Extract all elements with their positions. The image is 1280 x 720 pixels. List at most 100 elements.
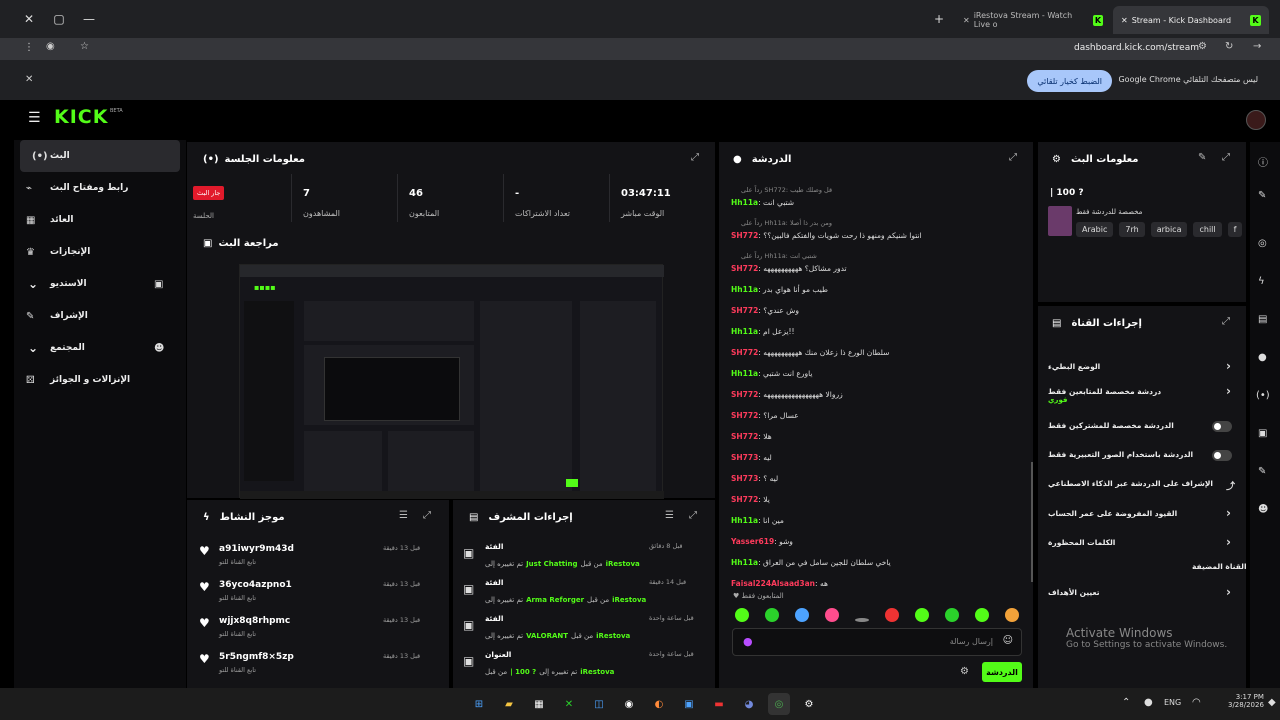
start-icon[interactable]: ⊞: [468, 693, 490, 715]
filter-icon[interactable]: ☰: [399, 510, 408, 521]
emoji-icon[interactable]: ☺: [1003, 635, 1013, 646]
emote-icon[interactable]: [735, 608, 749, 622]
firefox-icon[interactable]: ◐: [648, 693, 670, 715]
chat-input[interactable]: ● إرسال رسالة ☺: [732, 628, 1022, 656]
gift-icon[interactable]: ▣: [1258, 428, 1267, 439]
wrench-icon[interactable]: ✎: [1258, 466, 1266, 477]
chat-message[interactable]: SH773: ليه ؟: [731, 474, 778, 483]
users-icon[interactable]: ☻: [1258, 504, 1268, 515]
chat-username[interactable]: SH772: [731, 264, 758, 273]
star-bookmark-icon[interactable]: ☆: [80, 41, 89, 52]
emote-icon[interactable]: [975, 608, 989, 622]
chat-message[interactable]: Hh11a: طيب مو أنا هواي بدر: [731, 285, 828, 294]
toggle-switch[interactable]: [1212, 450, 1232, 461]
sidebar-item-revenue[interactable]: ▦ العائد: [14, 204, 186, 236]
microphone-icon[interactable]: ●: [743, 635, 753, 648]
camera-icon[interactable]: ◎: [1258, 238, 1267, 249]
reload-icon[interactable]: ↻: [1225, 41, 1233, 52]
xbox-icon[interactable]: ✕: [558, 693, 580, 715]
stream-tag[interactable]: 7rh: [1119, 222, 1145, 237]
chat-username[interactable]: Hh11a: [731, 516, 758, 525]
emote-icon[interactable]: [915, 608, 929, 622]
chevron-down-icon[interactable]: ⌄: [28, 277, 38, 291]
channel-setting-row[interactable]: الدردشة باستخدام الصور التعبيرية فقط: [1046, 450, 1240, 461]
chat-username[interactable]: SH772: [731, 495, 758, 504]
chat-username[interactable]: Yasser619: [731, 537, 774, 546]
emote-icon[interactable]: [945, 608, 959, 622]
microphone-icon[interactable]: ●: [1144, 697, 1153, 708]
channel-setting-row[interactable]: الوضع البطيء ›: [1046, 359, 1240, 373]
chevron-up-icon[interactable]: ⌃: [1122, 697, 1130, 708]
activity-username[interactable]: 36yco4azpno1: [219, 580, 292, 590]
expand-icon[interactable]: ⤢: [1222, 152, 1230, 163]
news-icon[interactable]: ▬: [708, 693, 730, 715]
forward-icon[interactable]: →: [1253, 41, 1261, 52]
chat-settings-icon[interactable]: ⚙: [960, 666, 969, 677]
channel-setting-row[interactable]: تعيين الأهداف ›: [1046, 585, 1240, 599]
hamburger-menu-icon[interactable]: ☰: [28, 110, 41, 126]
chat-message[interactable]: SH772: وش عندي؟: [731, 306, 799, 315]
wifi-icon[interactable]: ◠: [1192, 697, 1201, 708]
address-bar[interactable]: dashboard.kick.com/stream: [1074, 43, 1199, 53]
kick-logo[interactable]: KICK: [54, 106, 108, 128]
clock[interactable]: 3:17 PM 3/28/2026: [1228, 693, 1264, 709]
chevron-right-icon[interactable]: ›: [1226, 585, 1231, 599]
chat-message[interactable]: Faisal224Alsaad3an: هه: [731, 579, 828, 588]
chat-username[interactable]: SH772: [731, 432, 758, 441]
chat-message[interactable]: Hh11a: ياورع انت شتبي: [731, 369, 813, 378]
expand-icon[interactable]: ⤢: [689, 510, 697, 521]
chat-username[interactable]: SH772: [731, 306, 758, 315]
avatar[interactable]: [1246, 110, 1266, 130]
site-settings-icon[interactable]: ⚙: [1198, 41, 1207, 52]
new-tab-icon[interactable]: +: [934, 12, 944, 26]
chat-message[interactable]: SH773: ليه: [731, 453, 772, 462]
profile-icon[interactable]: ◉: [46, 41, 55, 52]
chat-message[interactable]: SH772: سلطان الورع ذا زعلان منك هههههههه…: [731, 348, 889, 357]
chat-username[interactable]: Faisal224Alsaad3an: [731, 579, 815, 588]
chat-message[interactable]: رداً على SH772: قل وصلك طيب Hh11a: شتبي ا…: [731, 186, 832, 207]
chat-username[interactable]: SH772: [731, 411, 758, 420]
external-link-icon[interactable]: ⤴: [1226, 479, 1235, 492]
chat-message[interactable]: SH772: زروالا ههههههههههههههههه: [731, 390, 843, 399]
send-chat-button[interactable]: الدردشة: [982, 662, 1022, 682]
chat-scrollbar[interactable]: [1031, 462, 1033, 582]
chat-message[interactable]: SH772: يلا: [731, 495, 770, 504]
language-indicator[interactable]: ENG: [1164, 698, 1181, 707]
chevron-right-icon[interactable]: ›: [1226, 359, 1231, 373]
file-explorer-icon[interactable]: ▰: [498, 693, 520, 715]
tab-kick-dashboard[interactable]: ✕ Stream - Kick Dashboard K: [1113, 6, 1269, 34]
tab-irestova[interactable]: ✕ iRestova Stream - Watch Live o K: [955, 6, 1111, 34]
emote-icon[interactable]: [765, 608, 779, 622]
stream-video-player[interactable]: ▪▪▪▪: [239, 264, 664, 499]
chat-message[interactable]: Hh11a: ياخي سلطان للجين سامل في من العرا…: [731, 558, 891, 567]
expand-icon[interactable]: ⤢: [691, 152, 699, 163]
broadcast-icon[interactable]: (•): [1256, 390, 1270, 401]
chat-username[interactable]: Hh11a: [731, 285, 758, 294]
close-window-icon[interactable]: ✕: [14, 0, 44, 38]
chat-username[interactable]: SH773: [731, 474, 758, 483]
chrome-icon[interactable]: ◎: [768, 693, 790, 715]
chat-username[interactable]: SH772: [731, 390, 758, 399]
close-tab-icon[interactable]: ✕: [1121, 16, 1128, 25]
settings-icon[interactable]: ⚙: [798, 693, 820, 715]
emote-icon[interactable]: [795, 608, 809, 622]
store-icon[interactable]: ▦: [528, 693, 550, 715]
chat-username[interactable]: Hh11a: [731, 198, 758, 207]
maximize-window-icon[interactable]: ▢: [44, 0, 74, 38]
chat-message[interactable]: Yasser619: وشو: [731, 537, 793, 546]
chat-username[interactable]: SH772: [731, 231, 758, 240]
activity-username[interactable]: wjjx8q8rhpmc: [219, 616, 290, 626]
set-default-button[interactable]: الضبط كخيار تلقائي: [1027, 70, 1112, 92]
chat-message[interactable]: SH772: عسال مرا؟: [731, 411, 799, 420]
chevron-right-icon[interactable]: ›: [1226, 535, 1231, 549]
outlook-icon[interactable]: ◫: [588, 693, 610, 715]
emote-icon[interactable]: [1005, 608, 1019, 622]
emote-icon[interactable]: [825, 608, 839, 622]
edit-icon[interactable]: ✎: [1198, 152, 1206, 163]
chat-username[interactable]: Hh11a: [731, 369, 758, 378]
chevron-right-icon[interactable]: ›: [1226, 506, 1231, 520]
stream-tag[interactable]: arbica: [1150, 222, 1188, 237]
channel-setting-row[interactable]: الكلمات المحظورة ›: [1046, 535, 1240, 549]
bolt-icon[interactable]: ϟ: [1258, 276, 1265, 287]
discord-icon[interactable]: ◕: [738, 693, 760, 715]
